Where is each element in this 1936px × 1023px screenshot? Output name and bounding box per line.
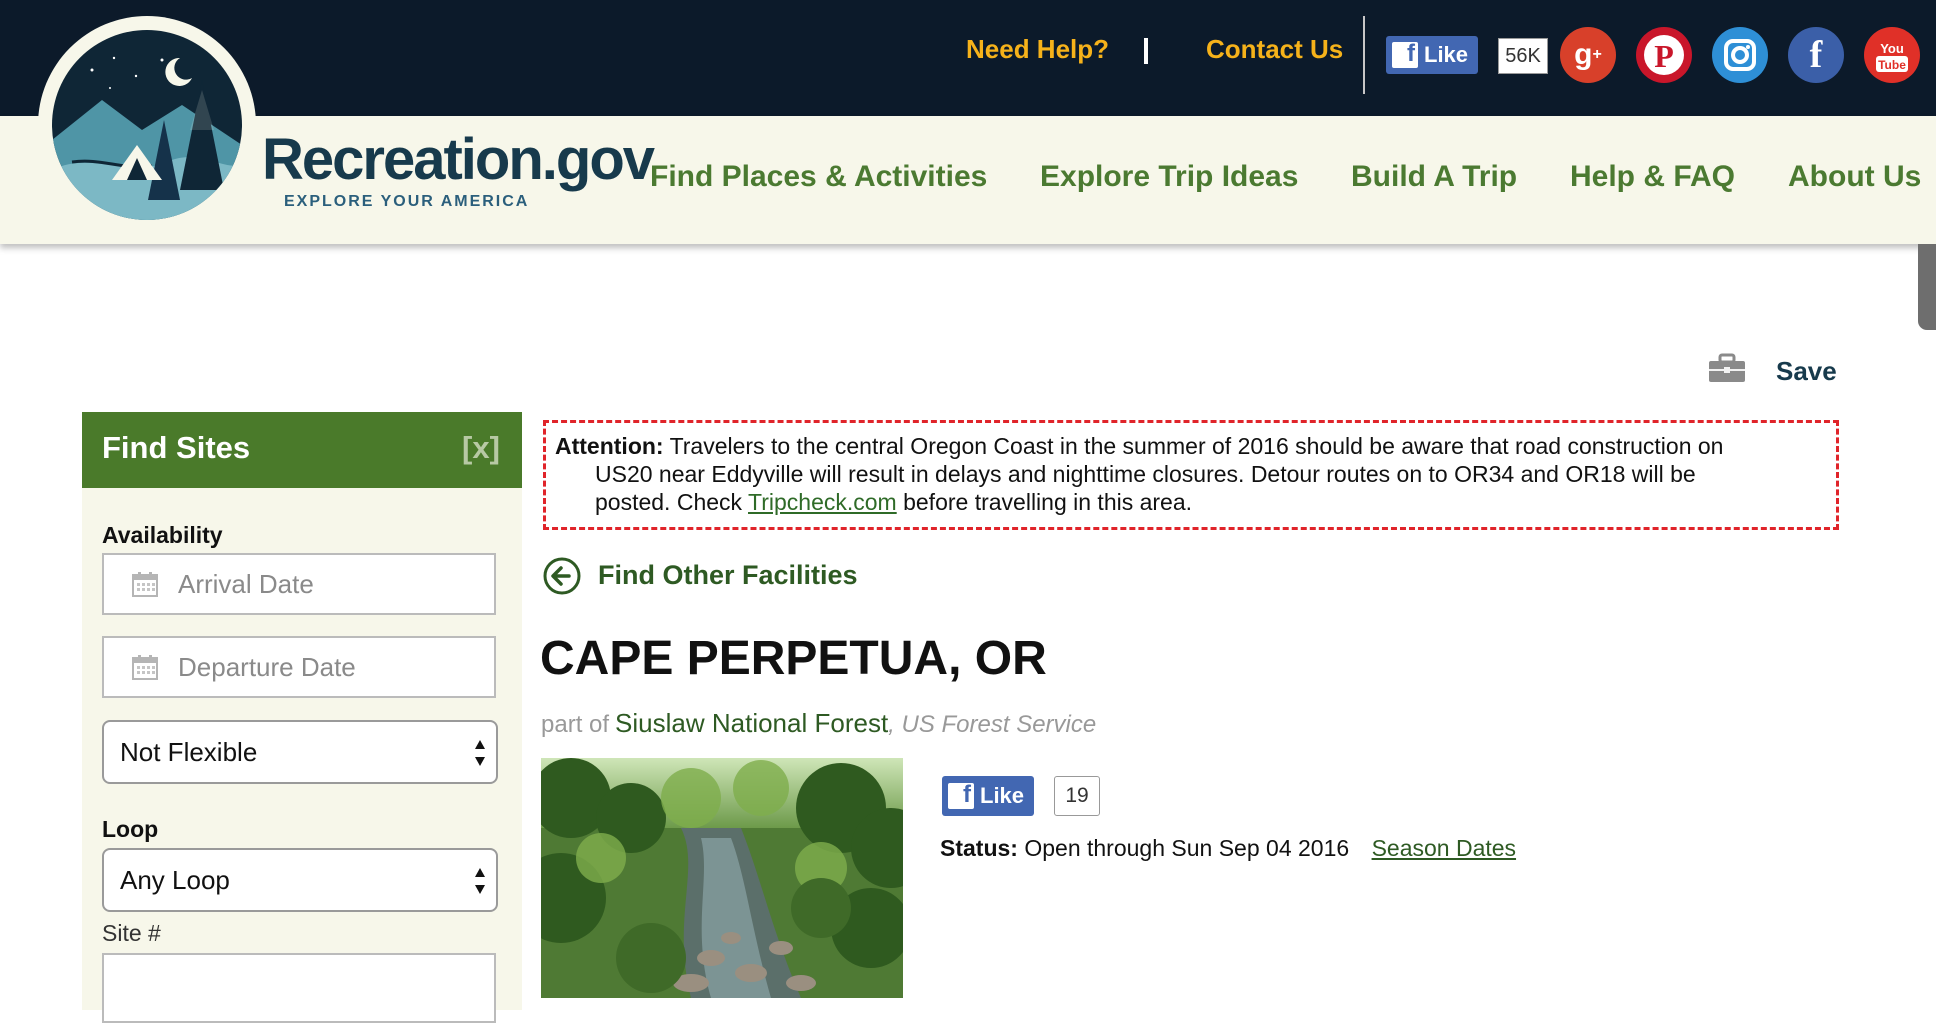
youtube-icon[interactable]: You Tube — [1864, 27, 1920, 83]
brand-tagline: EXPLORE YOUR AMERICA — [284, 193, 530, 210]
facebook-icon[interactable]: f — [1788, 27, 1844, 83]
attention-text-3b: before travelling in this area. — [903, 489, 1193, 515]
top-separator — [1144, 38, 1148, 64]
google-plus-icon[interactable]: g + — [1560, 27, 1616, 83]
tripcheck-link[interactable]: Tripcheck.com — [748, 489, 897, 515]
top-divider — [1363, 16, 1365, 94]
departure-date-field[interactable]: Departure Date — [102, 636, 496, 698]
back-arrow-icon[interactable] — [542, 556, 582, 596]
nav-find-places[interactable]: Find Places & Activities — [650, 160, 987, 194]
facebook-like-button[interactable]: f Like — [1386, 36, 1479, 74]
facility-title: CAPE PERPETUA, OR — [540, 632, 1047, 685]
loop-label: Loop — [102, 816, 159, 842]
site-number-input[interactable] — [102, 953, 496, 1023]
nav-about-us[interactable]: About Us — [1788, 160, 1921, 194]
flexibility-select-value: Not Flexible — [120, 736, 258, 767]
agency-name: , US Forest Service — [888, 711, 1097, 738]
facebook-like-label: Like — [1424, 42, 1469, 67]
nav-build-a-trip[interactable]: Build A Trip — [1351, 160, 1517, 194]
availability-label: Availability — [102, 522, 223, 548]
scrollbar-thumb[interactable] — [1918, 244, 1936, 330]
select-arrows-icon — [475, 740, 485, 766]
status-value: Open through Sun Sep 04 2016 — [1024, 835, 1350, 861]
facility-like-label: Like — [980, 783, 1025, 808]
attention-prefix: Attention: — [555, 433, 664, 459]
season-dates-link[interactable]: Season Dates — [1372, 835, 1516, 861]
loop-select[interactable]: Any Loop — [102, 848, 498, 912]
svg-text:Tube: Tube — [1878, 58, 1906, 72]
attention-line-3: posted. Check Tripcheck.com before trave… — [595, 489, 1192, 516]
facility-like-button[interactable]: f Like — [942, 776, 1035, 816]
facebook-f-icon: f — [1392, 40, 1418, 68]
forest-link[interactable]: Siuslaw National Forest — [615, 708, 888, 738]
facility-like-count: 19 — [1054, 776, 1100, 816]
attention-text-3a: posted. Check — [595, 489, 743, 515]
facebook-like-count: 56K — [1498, 38, 1548, 74]
attention-line-1: Attention: Travelers to the central Oreg… — [555, 433, 1723, 460]
arrival-date-placeholder: Arrival Date — [178, 568, 314, 599]
part-of-label: part of — [541, 711, 610, 738]
site-number-label: Site # — [102, 920, 161, 946]
briefcase-icon[interactable] — [1708, 353, 1746, 383]
pinterest-icon[interactable]: P — [1636, 27, 1692, 83]
nav-explore-trip-ideas[interactable]: Explore Trip Ideas — [1040, 160, 1298, 194]
contact-us-link[interactable]: Contact Us — [1206, 34, 1343, 65]
facility-part-of: part of Siuslaw National Forest, US Fores… — [541, 708, 1096, 739]
attention-text-2: US20 near Eddyville will result in delay… — [595, 461, 1696, 487]
calendar-icon — [132, 572, 158, 597]
svg-text:You: You — [1880, 41, 1904, 56]
instagram-icon[interactable] — [1712, 27, 1768, 83]
facility-status: Status: Open through Sun Sep 04 2016 Sea… — [940, 835, 1516, 862]
find-sites-title: Find Sites — [102, 430, 251, 465]
facebook-f-icon: f — [948, 781, 974, 809]
need-help-link[interactable]: Need Help? — [966, 34, 1109, 65]
save-link[interactable]: Save — [1776, 356, 1837, 387]
status-label: Status: — [940, 835, 1018, 861]
departure-date-placeholder: Departure Date — [178, 651, 356, 682]
loop-select-value: Any Loop — [120, 864, 230, 895]
nav-help-faq[interactable]: Help & FAQ — [1570, 160, 1735, 194]
arrival-date-field[interactable]: Arrival Date — [102, 553, 496, 615]
find-sites-close-button[interactable]: [x] — [462, 430, 500, 466]
calendar-icon — [132, 655, 158, 680]
svg-text:P: P — [1654, 38, 1674, 74]
flexibility-select[interactable]: Not Flexible — [102, 720, 498, 784]
attention-text-1: Travelers to the central Oregon Coast in… — [669, 433, 1724, 459]
brand-name[interactable]: Recreation.gov — [262, 126, 655, 193]
find-other-facilities-link[interactable]: Find Other Facilities — [598, 560, 858, 591]
recreation-logo-icon[interactable] — [52, 30, 242, 220]
facility-photo[interactable] — [541, 758, 903, 998]
select-arrows-icon — [475, 868, 485, 894]
